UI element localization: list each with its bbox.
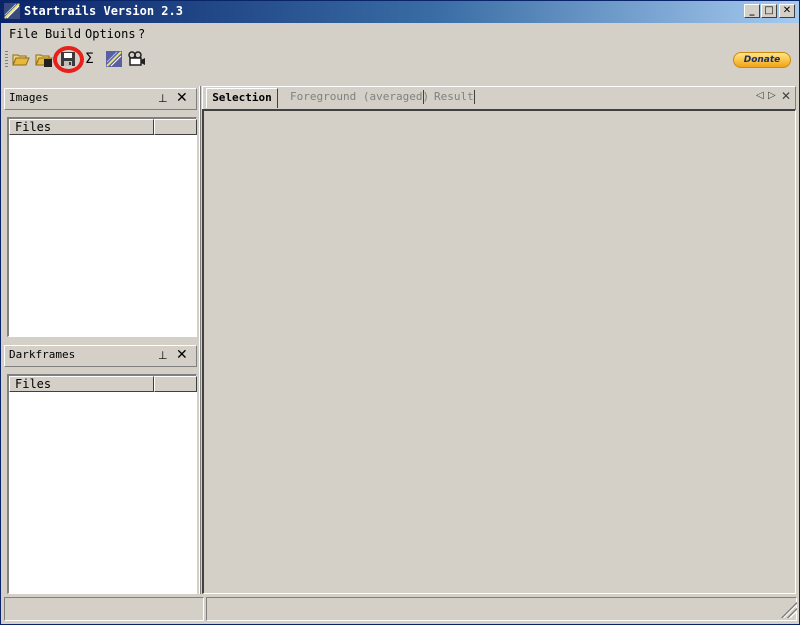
minimize-button[interactable]: _ xyxy=(744,4,760,18)
window-title: Startrails Version 2.3 xyxy=(24,4,183,18)
menu-help[interactable]: ? xyxy=(138,27,145,41)
maximize-icon: □ xyxy=(764,5,774,16)
sum-sigma-icon[interactable]: Σ xyxy=(85,51,94,67)
donate-button[interactable]: Donate xyxy=(733,52,791,68)
tab-scroll-right-icon[interactable]: ▷ xyxy=(768,90,776,101)
status-bar-left-cell xyxy=(4,597,204,621)
images-file-list[interactable]: Files xyxy=(7,117,197,337)
darkframes-files-column-header[interactable]: Files xyxy=(9,376,154,392)
images-panel-title: Images xyxy=(9,91,49,104)
tab-content-area[interactable] xyxy=(202,109,796,594)
darkframes-extra-column-header[interactable] xyxy=(154,376,197,392)
open-folder-icon[interactable] xyxy=(12,50,30,68)
tab-scroll-left-icon[interactable]: ◁ xyxy=(756,90,764,101)
darkframes-file-list[interactable]: Files xyxy=(7,374,197,594)
darkframes-panel-header: Darkframes ⊥ ✕ xyxy=(4,345,197,367)
highlight-annotation-circle xyxy=(53,46,84,73)
status-bar-right-cell xyxy=(206,597,797,621)
close-icon: ✕ xyxy=(782,5,792,16)
resize-grip[interactable] xyxy=(779,600,797,618)
startrails-app-icon xyxy=(4,3,20,19)
vertical-splitter[interactable] xyxy=(199,86,201,594)
darkframes-panel-title: Darkframes xyxy=(9,348,76,361)
images-close-icon[interactable]: ✕ xyxy=(176,90,188,106)
tab-separator xyxy=(474,90,475,104)
tab-selection[interactable]: Selection xyxy=(206,88,278,108)
open-dark-folder-icon[interactable] xyxy=(35,50,53,68)
images-panel-header: Images ⊥ ✕ xyxy=(4,88,197,110)
darkframes-close-icon[interactable]: ✕ xyxy=(176,347,188,363)
menu-file[interactable]: File xyxy=(9,27,38,41)
menu-build[interactable]: Build xyxy=(45,27,81,41)
close-button[interactable]: ✕ xyxy=(779,4,795,18)
darkframes-pin-icon[interactable]: ⊥ xyxy=(158,349,168,362)
images-pin-icon[interactable]: ⊥ xyxy=(158,92,168,105)
maximize-button[interactable]: □ xyxy=(761,4,777,18)
toolbar-grip[interactable] xyxy=(5,51,8,67)
images-extra-column-header[interactable] xyxy=(154,119,197,135)
minimize-icon: _ xyxy=(749,5,755,16)
menu-options[interactable]: Options xyxy=(85,27,136,41)
tab-close-icon[interactable]: ✕ xyxy=(781,89,791,103)
video-camera-icon[interactable] xyxy=(128,50,146,68)
star-image-icon[interactable] xyxy=(105,50,123,68)
tab-separator xyxy=(423,90,424,104)
tab-result[interactable]: Result xyxy=(434,88,474,108)
tab-foreground-averaged[interactable]: Foreground (averaged) xyxy=(290,88,429,108)
images-files-column-header[interactable]: Files xyxy=(9,119,154,135)
